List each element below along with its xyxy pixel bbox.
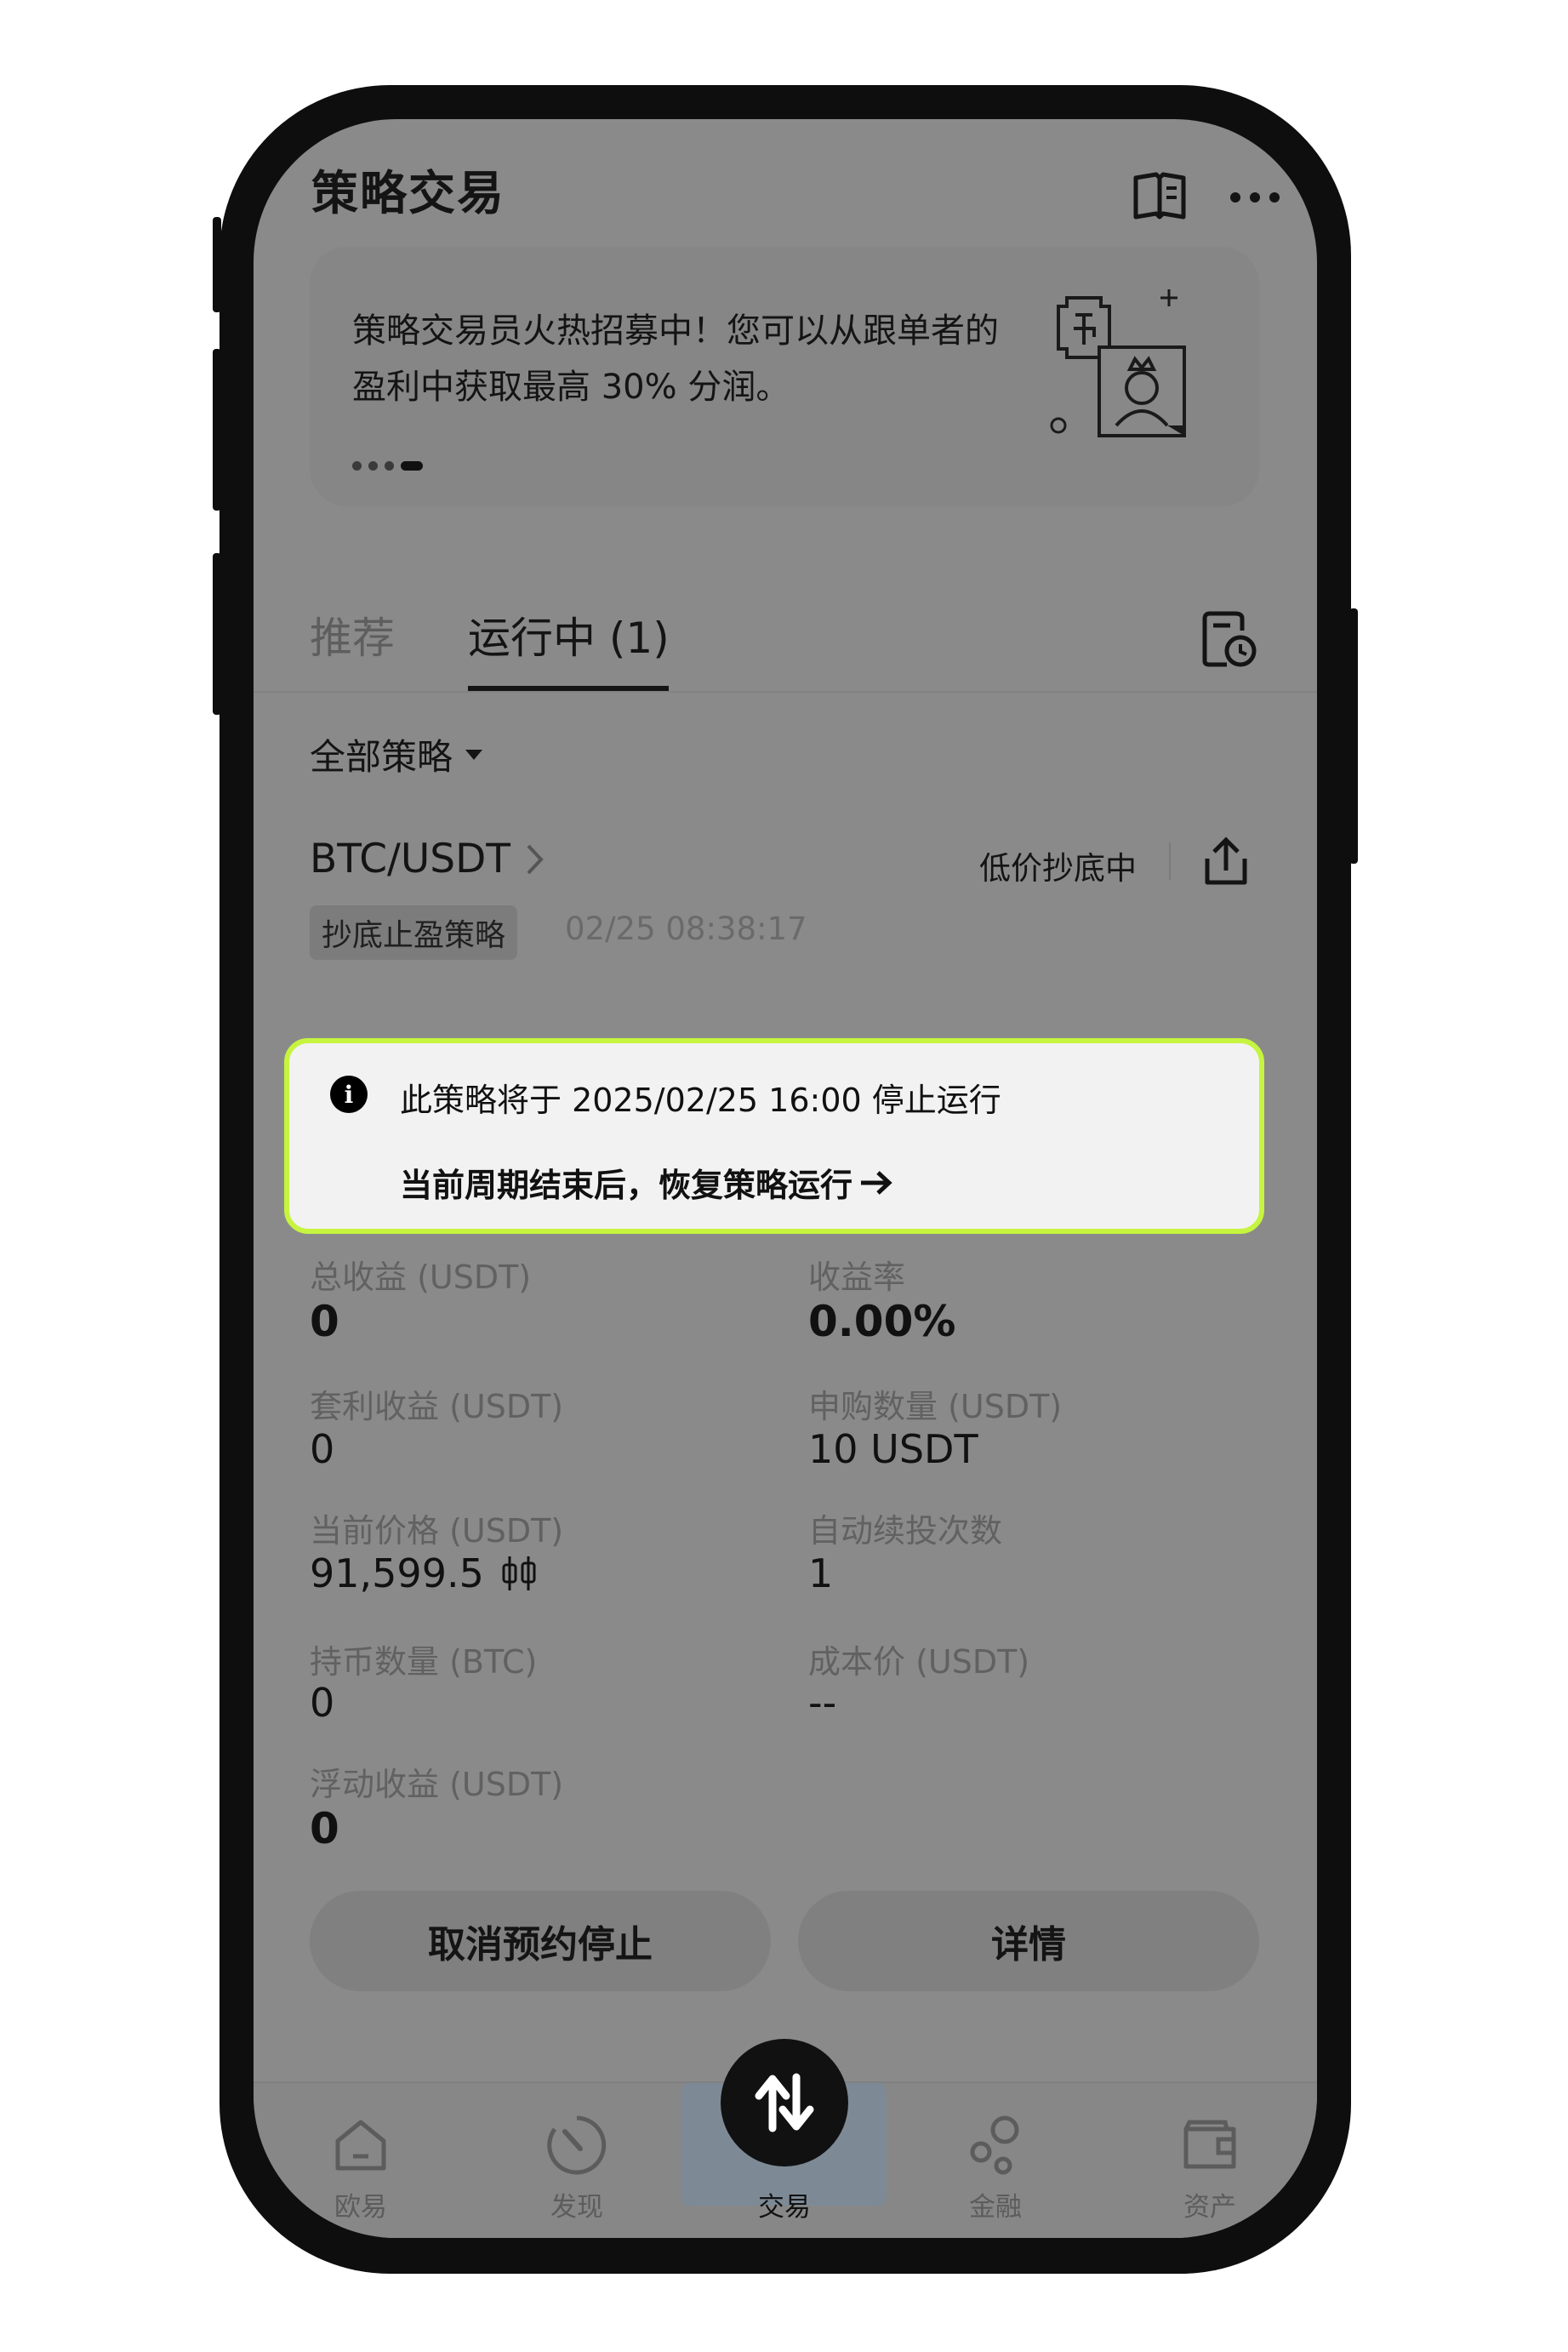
status-divider (1169, 842, 1171, 880)
tab-recommend[interactable]: 推荐 (310, 604, 395, 665)
trader-illustration-icon (1050, 289, 1186, 437)
phone-side-button (213, 349, 221, 511)
tab-running[interactable]: 运行中 (1) (468, 604, 670, 665)
caret-down-icon (465, 749, 483, 760)
stat-value-cost-price: -- (808, 1680, 837, 1726)
share-button[interactable] (1196, 832, 1256, 892)
phone-side-button (1349, 608, 1358, 864)
finance-icon (970, 2115, 1019, 2175)
nav-label-discover: 发现 (550, 2192, 603, 2223)
banner-text: 策略交易员火热招募中！您可以从跟单者的盈利中获取最高 30% 分润。 (352, 311, 999, 407)
nav-label-trade: 交易 (758, 2192, 811, 2223)
pagination-dot-active (401, 461, 423, 471)
promo-banner[interactable]: 策略交易员火热招募中！您可以从跟单者的盈利中获取最高 30% 分润。 (310, 247, 1259, 506)
resume-strategy-label: 当前周期结束后，恢复策略运行 (400, 1167, 853, 1204)
phone-side-button (213, 553, 221, 715)
stat-label-auto-reinvest-count: 自动续投次数 (808, 1512, 1003, 1550)
candlestick-icon (502, 1556, 536, 1590)
stat-label-arbitrage-profit: 套利收益 (USDT) (310, 1388, 564, 1425)
filter-label: 全部策略 (310, 736, 453, 778)
stat-label-holding-amount: 持币数量 (BTC) (310, 1643, 538, 1681)
history-button[interactable] (1198, 606, 1263, 671)
stop-notice-card: i 此策略将于 2025/02/25 16:00 停止运行 当前周期结束后，恢复… (284, 1038, 1264, 1234)
pagination-dot (385, 461, 394, 471)
nav-item-finance[interactable]: 金融 (893, 2081, 1098, 2238)
trade-fab-button[interactable] (721, 2039, 848, 2166)
stat-value-current-price: 91,599.5 (310, 1550, 539, 1596)
stat-value-holding-amount: 0 (310, 1680, 335, 1726)
phone-side-button (213, 217, 221, 312)
pagination-dot (368, 461, 378, 471)
guide-book-button[interactable] (1130, 167, 1189, 226)
discover-icon (547, 2115, 607, 2175)
arrow-right-icon (861, 1170, 892, 1195)
wallet-icon (1183, 2120, 1236, 2169)
phone-frame: 策略交易 策略交易员火热招募中！您可以从跟单者的盈利中获取最高 30% 分润。 (213, 85, 1358, 2274)
stop-notice-text: 此策略将于 2025/02/25 16:00 停止运行 (400, 1082, 1001, 1119)
strategy-timestamp: 02/25 08:38:17 (565, 911, 807, 947)
chevron-right-icon (527, 844, 544, 874)
stat-value-auto-reinvest-count: 1 (808, 1550, 834, 1596)
nav-item-assets[interactable]: 资产 (1108, 2081, 1312, 2238)
stat-value-subscription-amount: 10 USDT (808, 1426, 978, 1472)
stat-value-total-profit: 0 (310, 1297, 339, 1346)
stat-value-profit-rate: 0.00% (808, 1297, 956, 1346)
pagination-dot (352, 461, 362, 471)
page-title: 策略交易 (311, 166, 506, 220)
nav-item-home[interactable]: 欧易 (259, 2081, 463, 2238)
nav-label-home: 欧易 (334, 2192, 387, 2223)
home-icon (335, 2120, 386, 2171)
trading-pair-link[interactable]: BTC/USDT (310, 836, 545, 882)
stat-label-current-price: 当前价格 (USDT) (310, 1512, 564, 1550)
stat-label-floating-profit: 浮动收益 (USDT) (310, 1766, 564, 1803)
stat-label-cost-price: 成本价 (USDT) (808, 1643, 1030, 1681)
history-icon (1202, 611, 1257, 667)
stat-value-arbitrage-profit: 0 (310, 1426, 335, 1472)
swap-arrows-icon (755, 2073, 814, 2132)
nav-label-assets: 资产 (1183, 2192, 1236, 2223)
share-icon (1205, 836, 1247, 885)
trading-pair: BTC/USDT (310, 836, 510, 882)
resume-strategy-link[interactable]: 当前周期结束后，恢复策略运行 (400, 1159, 893, 1206)
strategy-type-tag: 抄底止盈策略 (310, 905, 518, 960)
nav-item-discover[interactable]: 发现 (475, 2081, 679, 2238)
strategy-status: 低价抄底中 (979, 850, 1137, 887)
banner-pagination (352, 461, 423, 471)
app-screen: 策略交易 策略交易员火热招募中！您可以从跟单者的盈利中获取最高 30% 分润。 (254, 119, 1317, 2238)
details-button[interactable]: 详情 (798, 1891, 1259, 1991)
stat-label-profit-rate: 收益率 (808, 1259, 906, 1296)
more-icon (1230, 192, 1280, 203)
stat-label-total-profit: 总收益 (USDT) (310, 1259, 532, 1296)
stat-value-floating-profit: 0 (310, 1804, 339, 1853)
nav-label-finance: 金融 (969, 2192, 1022, 2223)
info-icon: i (330, 1076, 368, 1113)
stat-label-subscription-amount: 申购数量 (USDT) (808, 1388, 1063, 1425)
cancel-scheduled-stop-button[interactable]: 取消预约停止 (310, 1891, 771, 1991)
strategy-filter-dropdown[interactable]: 全部策略 (310, 728, 483, 780)
book-icon (1133, 172, 1186, 220)
more-options-button[interactable] (1225, 172, 1285, 223)
current-price-text: 91,599.5 (310, 1550, 484, 1596)
tab-divider (254, 691, 1317, 693)
